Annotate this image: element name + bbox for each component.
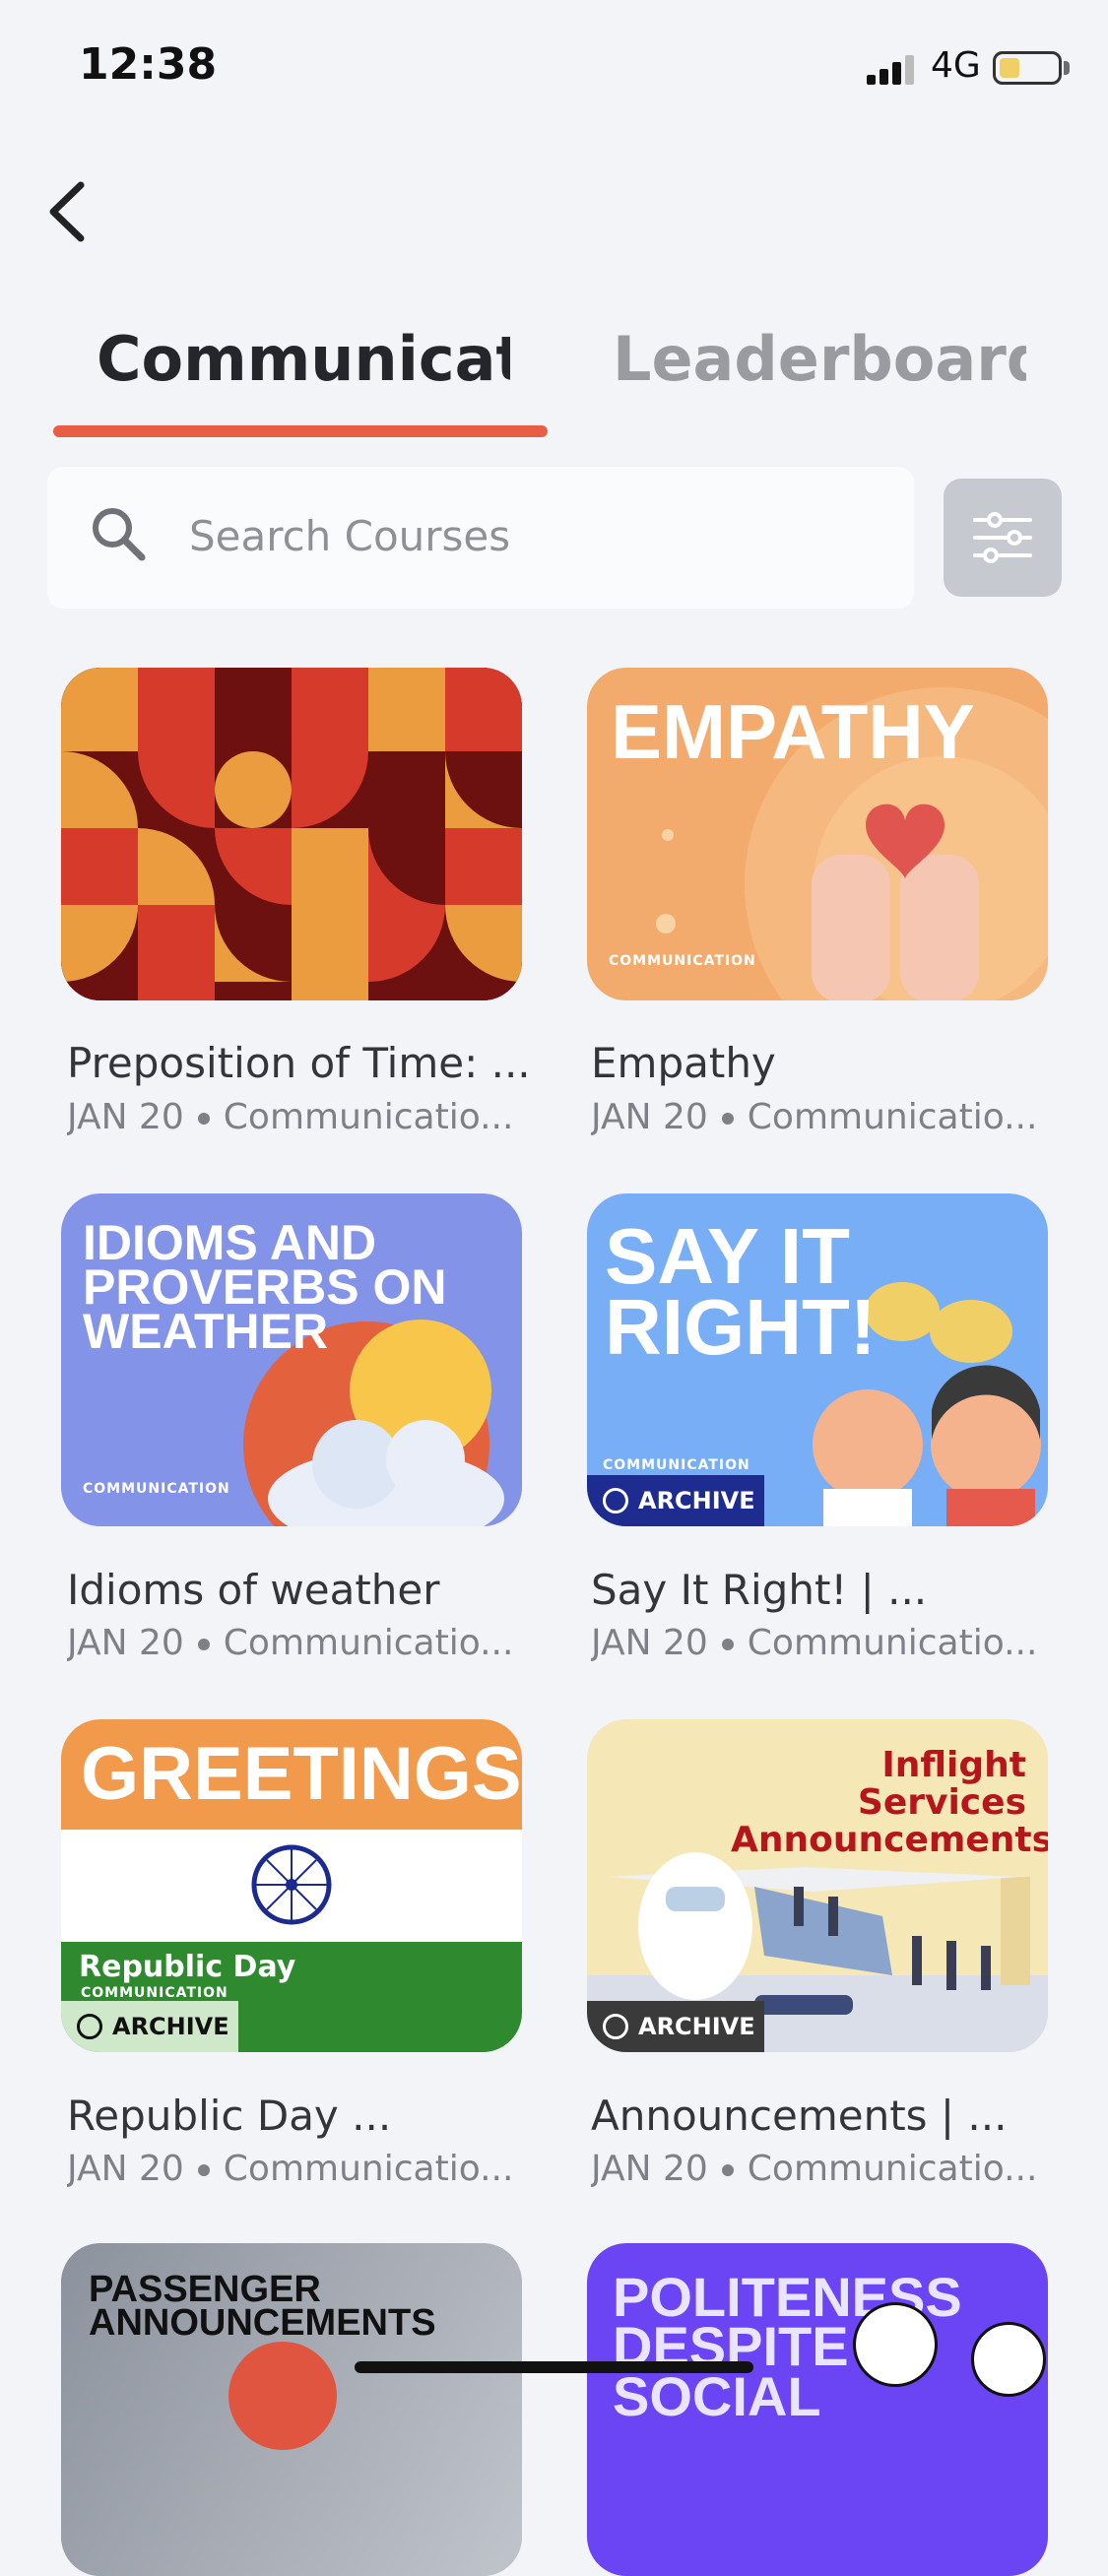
course-card-thumbnail[interactable]: EMPATHY COMMUNICATION	[587, 668, 1048, 1000]
archive-badge-label: ARCHIVE	[638, 2013, 755, 2040]
person-avatar-image	[853, 2302, 938, 2387]
course-card-thumbnail[interactable]: POLITENESS DESPITE SOCIAL	[587, 2243, 1048, 2576]
thumbnail-heading: EMPATHY	[611, 688, 975, 775]
course-card-thumbnail[interactable]: Inflight Services Announcements ARCHIVE	[587, 1719, 1048, 2052]
course-title[interactable]: Announcements | ...	[591, 2092, 1054, 2140]
course-meta: JAN 20 Communicatio...	[67, 1623, 540, 1663]
course-date: JAN 20	[67, 1097, 184, 1137]
course-title[interactable]: Idioms of weather	[67, 1566, 530, 1614]
course-title[interactable]: Preposition of Time: ...	[67, 1039, 530, 1087]
status-bar: 12:38 4G	[0, 0, 1108, 138]
person-avatar-image	[971, 2322, 1046, 2397]
course-category: Communicatio...	[747, 1097, 1038, 1137]
course-card-thumbnail[interactable]: GREETINGS Republic Day COMMUNICATION ARC…	[61, 1719, 522, 2052]
separator-dot	[197, 1639, 210, 1650]
battery-tip	[1064, 61, 1070, 75]
history-icon	[603, 2014, 628, 2039]
tab-communication[interactable]: Communicati	[97, 323, 510, 395]
history-icon	[77, 2014, 102, 2039]
battery-icon	[993, 51, 1062, 85]
course-meta: JAN 20 Communicatio...	[591, 1097, 1064, 1137]
thumbnail-heading: PASSENGER ANNOUNCEMENTS	[89, 2269, 436, 2345]
thumbnail-subheading: Republic Day	[79, 1950, 296, 1984]
course-date: JAN 20	[67, 1623, 184, 1663]
course-card-thumbnail[interactable]	[61, 668, 522, 1000]
thumbnail-caption: COMMUNICATION	[81, 1985, 228, 2001]
course-date: JAN 20	[591, 2149, 708, 2189]
back-chevron-icon[interactable]	[43, 177, 102, 246]
separator-dot	[197, 1113, 210, 1125]
course-date: JAN 20	[591, 1097, 708, 1137]
tab-leaderboard[interactable]: Leaderboard	[613, 323, 1026, 395]
course-meta: JAN 20 Communicatio...	[591, 2149, 1064, 2189]
separator-dot	[197, 2164, 210, 2176]
separator-dot	[721, 2164, 734, 2176]
course-meta: JAN 20 Communicatio...	[67, 1097, 540, 1137]
archive-badge-label: ARCHIVE	[112, 2013, 229, 2040]
course-card-thumbnail[interactable]: IDIOMS AND PROVERBS ON WEATHER COMMUNICA…	[61, 1193, 522, 1526]
thumbnail-heading: IDIOMS AND PROVERBS ON WEATHER	[83, 1215, 447, 1359]
sliders-icon	[973, 512, 1032, 563]
course-category: Communicatio...	[747, 2149, 1038, 2189]
signal-icon	[867, 55, 914, 85]
course-date: JAN 20	[591, 1623, 708, 1663]
course-category: Communicatio...	[747, 1623, 1038, 1663]
course-date: JAN 20	[67, 2149, 184, 2189]
geometric-pattern-image	[61, 668, 522, 1000]
course-meta: JAN 20 Communicatio...	[67, 2149, 540, 2189]
home-indicator[interactable]	[355, 2361, 753, 2373]
course-card-thumbnail[interactable]: SAY IT RIGHT! COMMUNICATION ARCHIVE	[587, 1193, 1048, 1526]
course-meta: JAN 20 Communicatio...	[591, 1623, 1064, 1663]
thumbnail-caption: COMMUNICATION	[603, 1457, 750, 1473]
active-tab-indicator	[53, 425, 548, 437]
separator-dot	[721, 1113, 734, 1125]
thumbnail-heading: SAY IT RIGHT!	[605, 1212, 877, 1371]
network-type: 4G	[931, 45, 981, 86]
filter-button[interactable]	[944, 479, 1062, 597]
status-time: 12:38	[79, 39, 218, 90]
archive-badge: ARCHIVE	[61, 2001, 238, 2052]
thumbnail-heading: GREETINGS	[81, 1732, 522, 1816]
course-category: Communicatio...	[223, 1097, 514, 1137]
thumbnail-caption: COMMUNICATION	[609, 953, 756, 969]
course-card-thumbnail[interactable]: PASSENGER ANNOUNCEMENTS	[61, 2243, 522, 2576]
search-icon	[93, 508, 146, 561]
course-category: Communicatio...	[223, 1623, 514, 1663]
archive-badge: ARCHIVE	[587, 2001, 764, 2052]
archive-badge-label: ARCHIVE	[638, 1487, 755, 1514]
archive-badge: ARCHIVE	[587, 1475, 764, 1526]
course-category: Communicatio...	[223, 2149, 514, 2189]
separator-dot	[721, 1639, 734, 1650]
course-title[interactable]: Empathy	[591, 1039, 1054, 1087]
history-icon	[603, 1488, 628, 1513]
course-title[interactable]: Republic Day ...	[67, 2092, 530, 2140]
speaker-figure-image	[228, 2342, 337, 2450]
search-input[interactable]	[187, 500, 880, 571]
thumbnail-heading: Inflight Services Announcements	[731, 1745, 1048, 1860]
course-title[interactable]: Say It Right! | ...	[591, 1566, 1054, 1614]
thumbnail-caption: COMMUNICATION	[83, 1481, 230, 1497]
